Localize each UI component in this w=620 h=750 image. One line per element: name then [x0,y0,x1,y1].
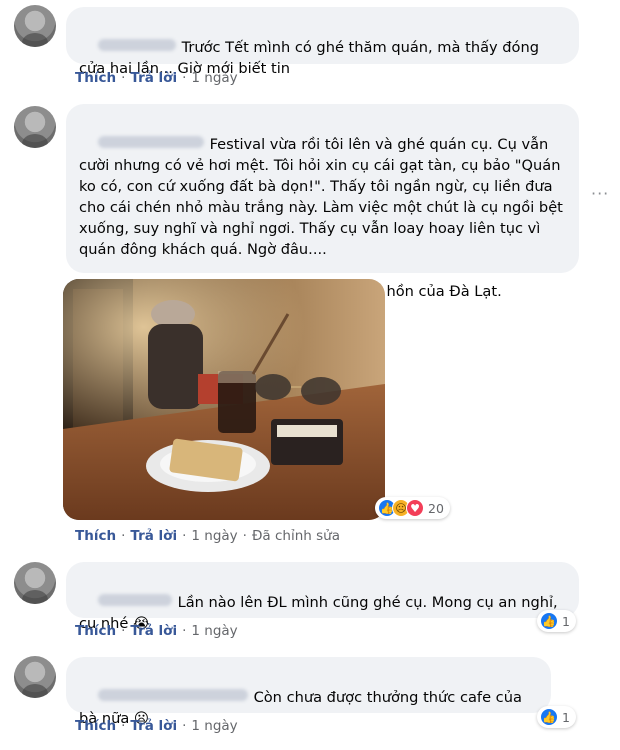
timestamp[interactable]: 1 ngày [191,70,237,86]
like-icon: 👍 [540,708,558,726]
like-icon: 👍 [540,612,558,630]
reply-link[interactable]: Trả lời [130,70,177,86]
commenter-name-blurred[interactable]: name [97,136,204,148]
avatar[interactable] [14,106,56,148]
reply-link[interactable]: Trả lời [130,718,177,734]
comment-bubble: nameTrước Tết mình có ghé thăm quán, mà … [66,7,579,77]
more-options-icon[interactable]: ··· [591,184,609,203]
avatar[interactable] [14,562,56,604]
attached-photo[interactable] [63,279,385,520]
comment-actions: Thích · Trả lời · 1 ngày [75,623,238,639]
separator-dot: · [182,718,187,734]
commenter-name-blurred[interactable]: name [97,689,248,701]
timestamp[interactable]: 1 ngày [191,623,237,639]
separator-dot: · [121,718,126,734]
separator-dot: · [242,528,247,544]
comment-actions: Thích · Trả lời · 1 ngày [75,70,238,86]
comment-bubble: nameLần nào lên ĐL mình cũng ghé cụ. Mon… [66,562,579,632]
comment-actions: Thích · Trả lời · 1 ngày · Đã chỉnh sửa [75,528,340,544]
like-link[interactable]: Thích [75,528,116,544]
avatar[interactable] [14,656,56,698]
comment-actions: Thích · Trả lời · 1 ngày [75,718,238,734]
comment-bubble: nameFestival vừa rồi tôi lên và ghé quán… [66,104,579,300]
cafe-photo [63,279,385,520]
timestamp[interactable]: 1 ngày [191,528,237,544]
reply-link[interactable]: Trả lời [130,528,177,544]
like-link[interactable]: Thích [75,70,116,86]
separator-dot: · [182,70,187,86]
reactions-summary[interactable]: 👍 1 [537,706,576,728]
separator-dot: · [182,528,187,544]
comment-bubble: nameCòn chưa được thưởng thức cafe của b… [66,657,551,727]
reply-link[interactable]: Trả lời [130,623,177,639]
reactions-summary[interactable]: 👍 ☹ ♥ 20 [375,497,450,519]
like-link[interactable]: Thích [75,623,116,639]
reaction-count: 20 [428,500,444,516]
reaction-count: 1 [562,613,570,629]
commenter-name-blurred[interactable]: name [97,39,176,51]
separator-dot: · [121,70,126,86]
edited-label[interactable]: Đã chỉnh sửa [252,528,340,544]
separator-dot: · [121,528,126,544]
reaction-count: 1 [562,709,570,725]
like-link[interactable]: Thích [75,718,116,734]
avatar[interactable] [14,5,56,47]
separator-dot: · [121,623,126,639]
comment-text: Festival vừa rồi tôi lên và ghé quán cụ.… [79,136,563,300]
separator-dot: · [182,623,187,639]
timestamp[interactable]: 1 ngày [191,718,237,734]
commenter-name-blurred[interactable]: name [97,594,172,606]
reactions-summary[interactable]: 👍 1 [537,610,576,632]
love-icon: ♥ [406,499,424,517]
